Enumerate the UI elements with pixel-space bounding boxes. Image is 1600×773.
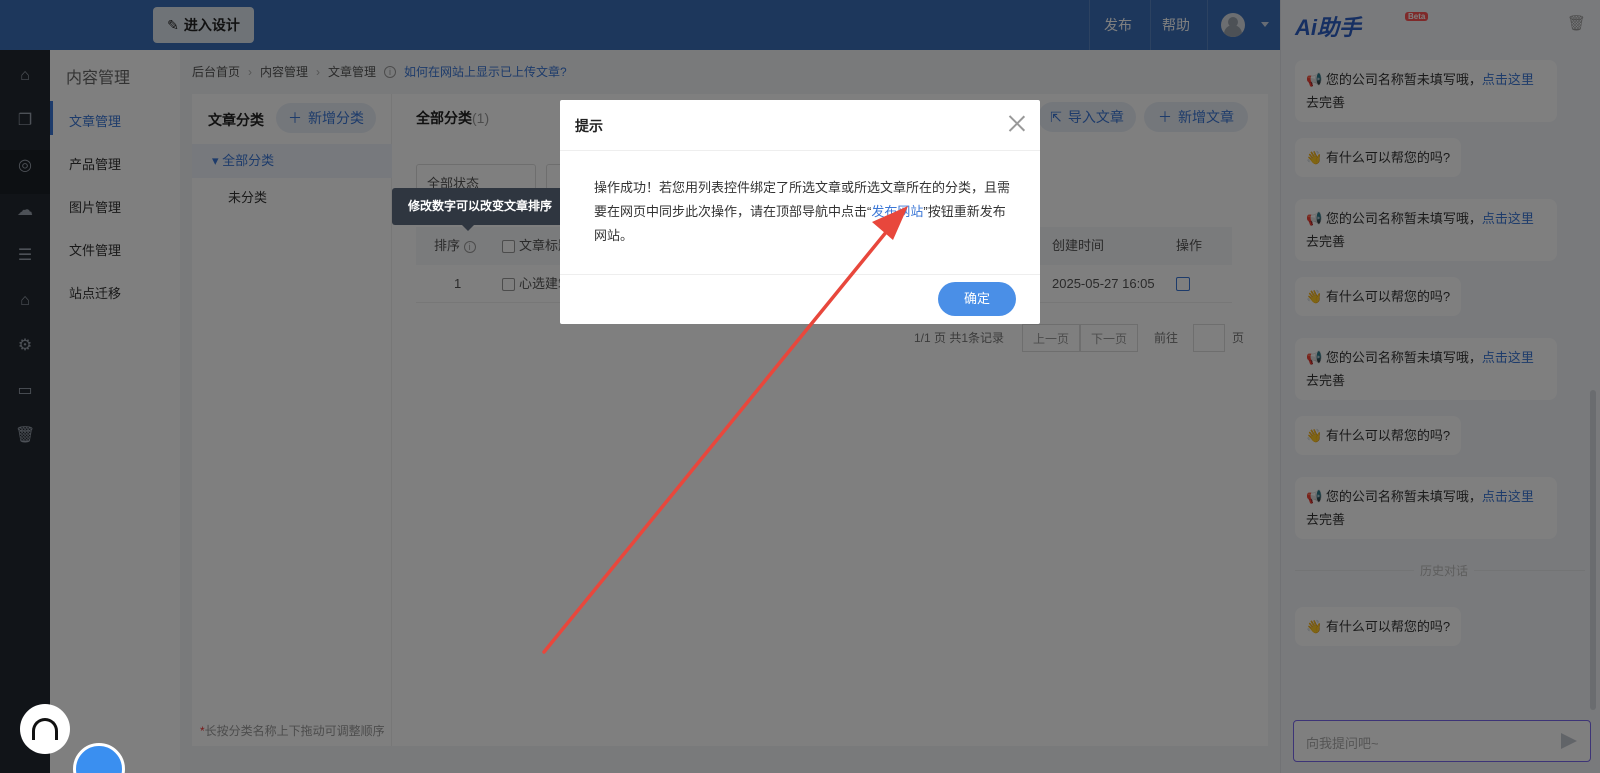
dialog-divider xyxy=(560,274,1040,275)
confirm-button[interactable]: 确定 xyxy=(938,282,1016,316)
publish-site-link[interactable]: 发布网站 xyxy=(871,204,923,219)
sort-tooltip: 修改数字可以改变文章排序 × xyxy=(392,182,578,231)
success-dialog: 提示 操作成功！若您用列表控件绑定了所选文章或所选文章所在的分类，且需要在网页中… xyxy=(560,100,1040,324)
customer-service-button[interactable] xyxy=(20,704,70,754)
dialog-message: 操作成功！若您用列表控件绑定了所选文章或所选文章所在的分类，且需要在网页中同步此… xyxy=(594,176,1014,248)
tooltip-text: 修改数字可以改变文章排序 xyxy=(408,199,553,213)
headset-icon xyxy=(32,718,58,740)
dialog-title: 提示 xyxy=(575,118,603,134)
dialog-divider xyxy=(560,150,1040,151)
close-icon[interactable] xyxy=(1006,112,1028,134)
